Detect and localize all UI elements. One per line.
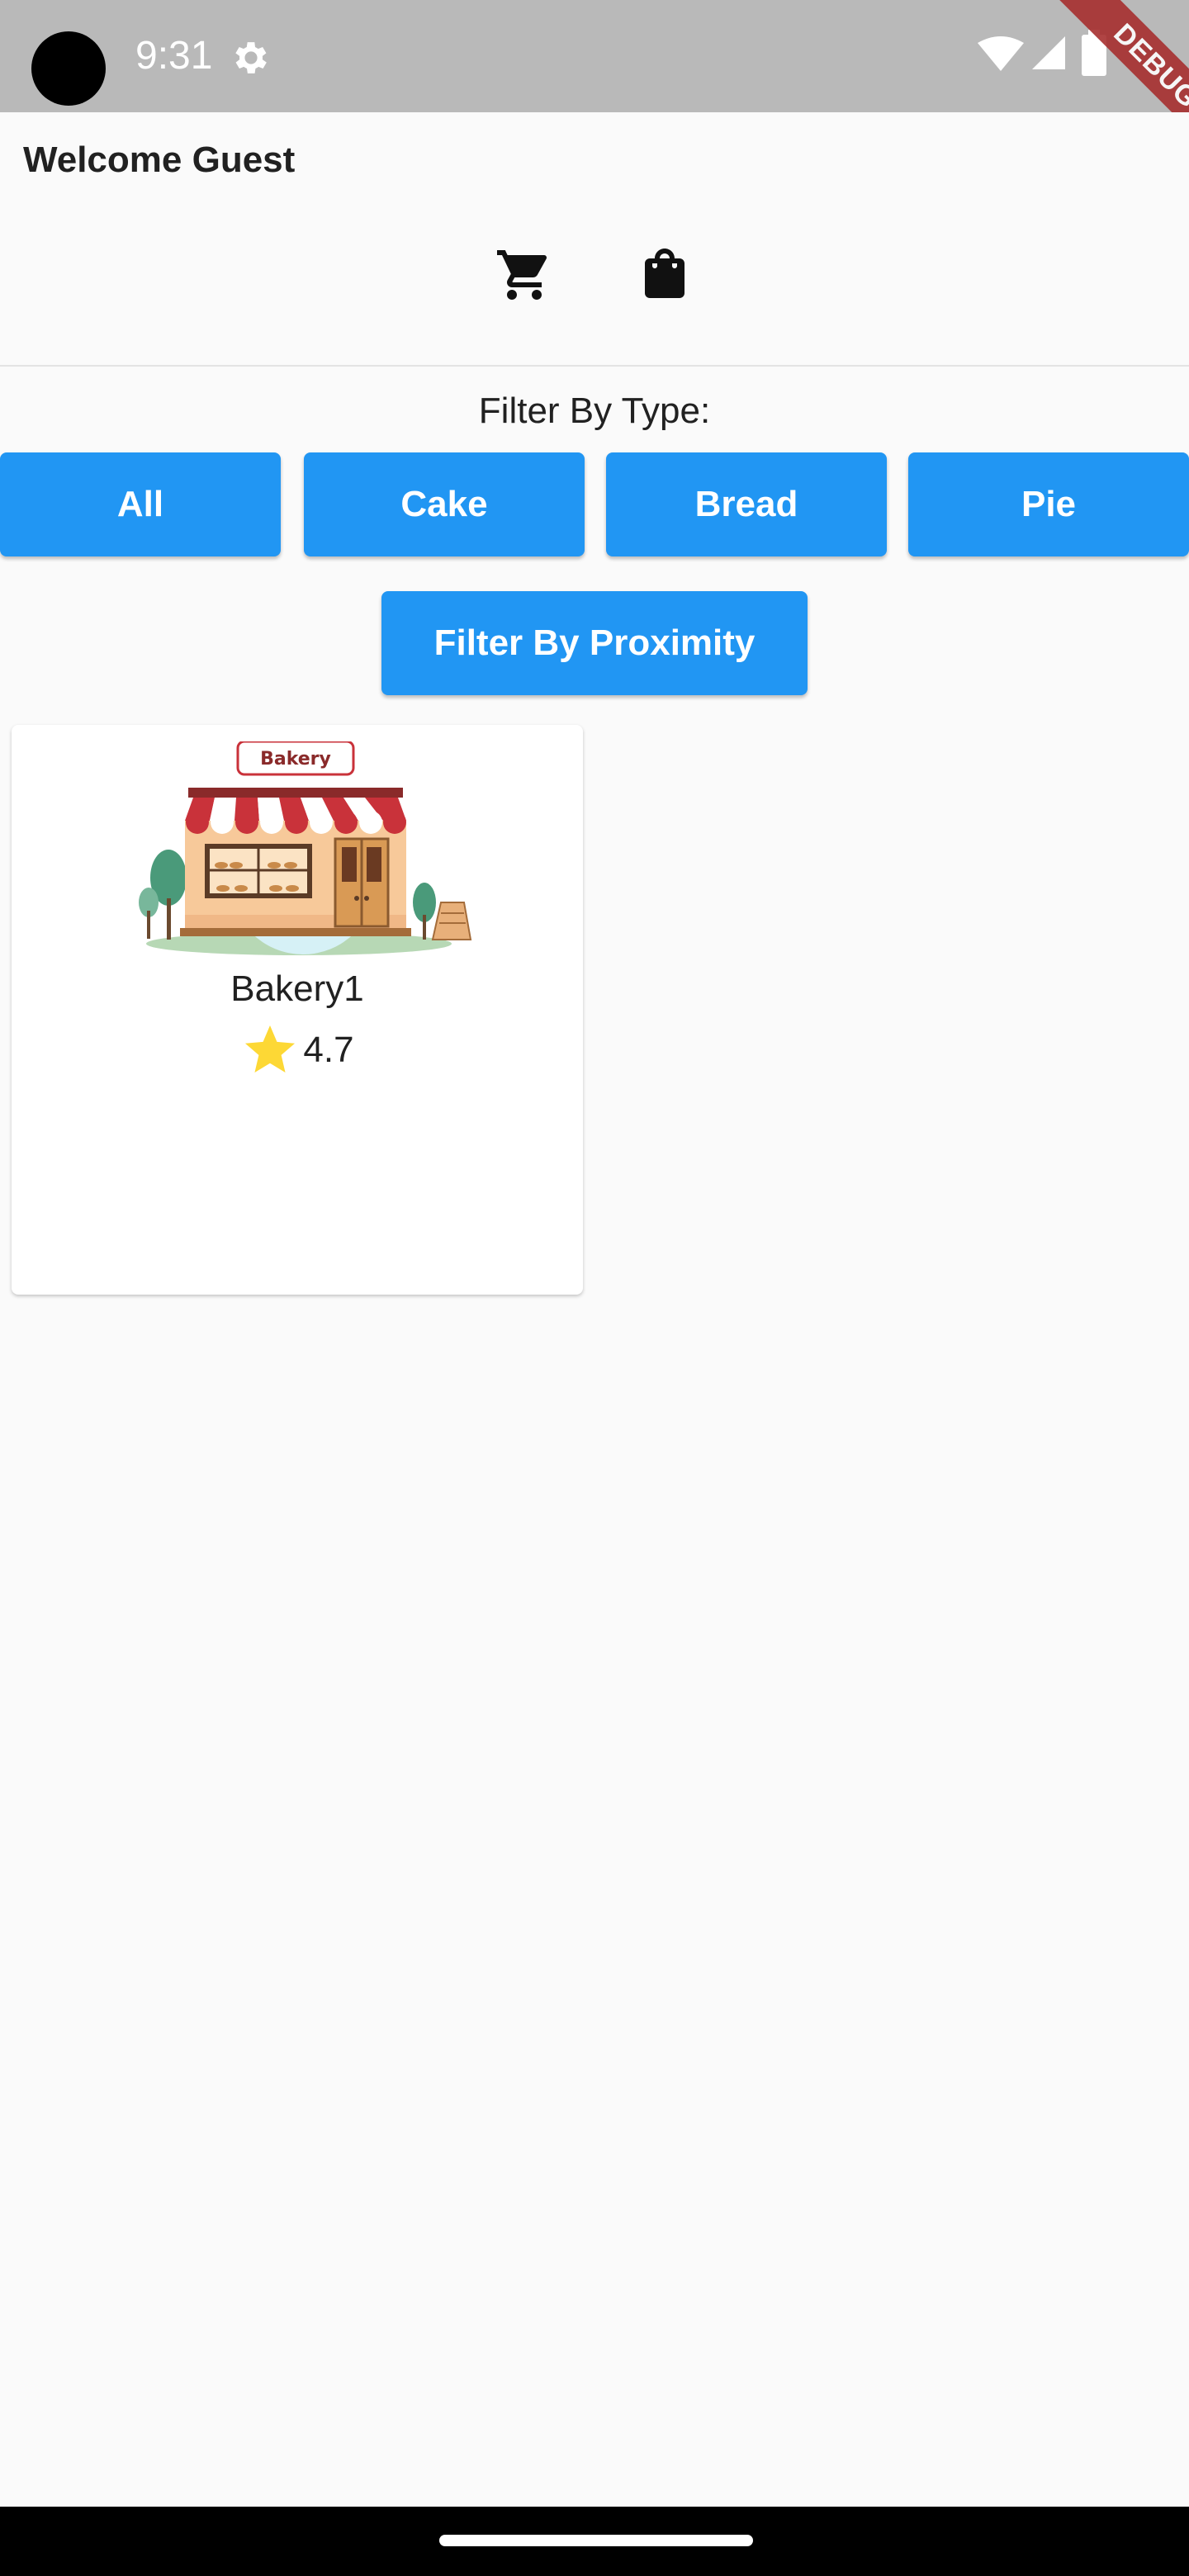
filter-all-button[interactable]: All (0, 452, 281, 556)
bakery-storefront-image: Bakery (139, 741, 472, 955)
cart-icon (497, 250, 547, 300)
filter-by-type-label: Filter By Type: (478, 391, 711, 431)
system-nav-bar (0, 2507, 1189, 2576)
rating-value: 4.7 (303, 1030, 354, 1070)
bakery-rating: 4.7 (12, 1020, 583, 1080)
status-bar: 9:31 (0, 0, 1189, 112)
welcome-title: Welcome Guest (23, 140, 296, 180)
bakery-card[interactable]: Bakery Bakery1 4.7 (12, 725, 583, 1295)
settings-icon (235, 42, 267, 73)
cart-button[interactable] (489, 239, 560, 310)
shopping-bag-icon (645, 249, 685, 298)
battery-icon (1082, 30, 1106, 76)
shopping-bag-button[interactable] (629, 238, 700, 309)
filter-pie-button[interactable]: Pie (908, 452, 1189, 556)
bakery-sign-text: Bakery (260, 749, 331, 769)
camera-cutout (31, 31, 106, 106)
filter-by-proximity-button[interactable]: Filter By Proximity (381, 591, 808, 695)
star-icon (245, 1025, 296, 1073)
filter-cake-button[interactable]: Cake (304, 452, 585, 556)
filter-bread-button[interactable]: Bread (606, 452, 887, 556)
signal-icon (1032, 36, 1065, 69)
wifi-icon (978, 36, 1024, 71)
status-time: 9:31 (135, 34, 213, 78)
bakery-name: Bakery1 (230, 968, 364, 1009)
app-bar: Welcome Guest (0, 112, 1189, 367)
home-indicator[interactable] (439, 2535, 753, 2546)
